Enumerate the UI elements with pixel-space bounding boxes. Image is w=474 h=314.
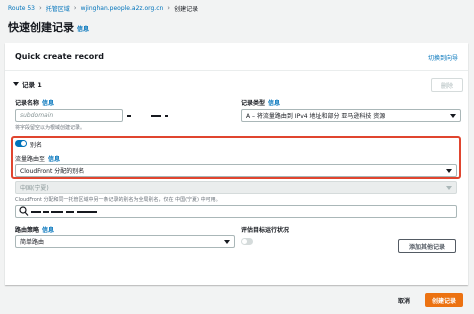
routing-policy-label: 路由策略 信息	[15, 225, 54, 234]
page-info-link[interactable]: 信息	[77, 26, 89, 33]
record-type-value: A – 将流量路由到 IPv4 地址和部分 亚马逊科技 资源	[246, 113, 386, 120]
routing-policy-select[interactable]: 简单路由	[15, 235, 235, 248]
record-type-label-text: 记录类型	[241, 100, 266, 107]
routing-policy-label-text: 路由策略	[15, 227, 40, 234]
page-title-text: 快速创建记录	[8, 21, 74, 34]
caret-down-icon	[13, 82, 19, 86]
caret-down-icon	[446, 186, 452, 190]
breadcrumb-hosted-zones[interactable]: 托管区域	[46, 4, 70, 13]
caret-down-icon	[450, 114, 456, 118]
region-value: 中国(宁夏)	[20, 185, 49, 192]
chevron-right-icon: ›	[167, 4, 171, 12]
region-hint: CloudFront 分配和同一托管区域中另一条记录的别名为全局别名，仅在 中国…	[15, 197, 221, 203]
toggle-knob	[242, 239, 247, 244]
record-name-suffix	[127, 112, 168, 119]
toggle-knob	[21, 141, 26, 146]
record-type-label: 记录类型 信息	[241, 98, 280, 107]
route-traffic-info-link[interactable]: 信息	[48, 156, 60, 163]
distribution-search-input[interactable]	[15, 205, 457, 218]
chevron-right-icon: ›	[73, 4, 77, 12]
route-traffic-label-text: 流量路由至	[15, 156, 46, 163]
breadcrumb-current: 创建记录	[174, 5, 199, 13]
caret-down-icon	[446, 169, 452, 173]
routing-policy-value: 简单路由	[20, 239, 45, 246]
record-section-toggle[interactable]: 记录 1	[13, 79, 42, 89]
switch-to-wizard-link[interactable]: 切换到向导	[428, 53, 458, 62]
record-type-select[interactable]: A – 将流量路由到 IPv4 地址和部分 亚马逊科技 资源	[241, 109, 461, 122]
delete-record-button[interactable]: 删除	[431, 78, 463, 92]
card-header: Quick create record 切换到向导	[5, 43, 468, 71]
cancel-button[interactable]: 取消	[398, 296, 410, 305]
route-traffic-label: 流量路由至 信息	[15, 154, 60, 163]
page-title: 快速创建记录 信息	[8, 19, 89, 35]
chevron-right-icon: ›	[38, 4, 42, 12]
region-select: 中国(宁夏)	[15, 181, 457, 194]
caret-down-icon	[224, 240, 230, 244]
breadcrumb-route53[interactable]: Route 53	[8, 5, 35, 12]
card-title: Quick create record	[15, 52, 104, 61]
breadcrumb: Route 53 › 托管区域 › wjinghan.people.a2z.or…	[8, 3, 198, 13]
route-traffic-select[interactable]: CloudFront 分配的别名	[15, 164, 457, 177]
record-type-info-link[interactable]: 信息	[268, 100, 280, 107]
record-name-label-text: 记录名称	[15, 100, 40, 107]
record-name-hint: 将字段留空以为根域创建记录。	[15, 125, 86, 131]
record-name-label: 记录名称 信息	[15, 98, 54, 107]
evaluate-health-label: 评估目标运行状况	[241, 227, 290, 234]
record-name-info-link[interactable]: 信息	[42, 100, 54, 107]
record-name-placeholder: subdomain	[20, 112, 54, 119]
add-another-record-button[interactable]: 添加其他记录	[398, 239, 456, 253]
search-icon	[19, 206, 29, 216]
evaluate-health-toggle[interactable]	[241, 238, 253, 245]
record-section-title: 记录 1	[22, 81, 42, 89]
routing-policy-info-link[interactable]: 信息	[42, 227, 54, 234]
record-name-input[interactable]: subdomain	[15, 109, 123, 122]
route-traffic-value: CloudFront 分配的别名	[20, 168, 85, 175]
create-records-button[interactable]: 创建记录	[425, 293, 463, 307]
alias-toggle[interactable]	[15, 140, 27, 147]
breadcrumb-zone[interactable]: wjinghan.people.a2z.org.cn	[81, 5, 164, 12]
alias-toggle-label: 别名	[30, 142, 43, 149]
